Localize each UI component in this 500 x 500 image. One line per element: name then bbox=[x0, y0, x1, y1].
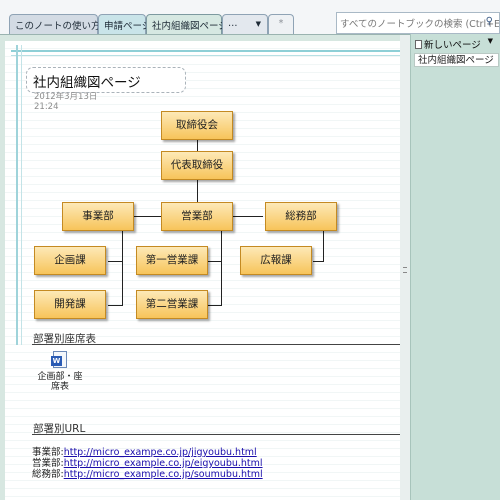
page-date: 2012年3月13日 bbox=[34, 92, 98, 102]
new-page-label: 新しいページ bbox=[424, 40, 481, 51]
connector-line bbox=[108, 261, 123, 262]
chevron-down-icon[interactable]: ▼ bbox=[488, 37, 493, 45]
tab-more-sections[interactable]: … ▼ bbox=[222, 14, 268, 36]
org-node-kikaku[interactable]: 企画課 bbox=[34, 246, 106, 275]
new-page-icon bbox=[415, 40, 422, 49]
chevron-down-icon: ▼ bbox=[255, 20, 261, 28]
word-document-icon: W bbox=[51, 351, 67, 368]
page-rule-line bbox=[11, 50, 400, 52]
org-node-board[interactable]: 取締役会 bbox=[161, 111, 233, 140]
tab-how-to-use[interactable]: このノートの使い方 bbox=[9, 14, 101, 36]
connector-line bbox=[323, 231, 324, 262]
tab-new-section[interactable]: * bbox=[268, 14, 294, 36]
connector-line bbox=[208, 305, 222, 306]
note-page[interactable]: 社内組織図ページ 2012年3月13日 21:24 取締役会 代表取締役 事業部… bbox=[5, 41, 400, 500]
file-attachment[interactable]: W 企画部・座席表 bbox=[35, 351, 85, 392]
org-node-koho[interactable]: 広報課 bbox=[240, 246, 312, 275]
scrollbar-grip[interactable] bbox=[403, 267, 407, 273]
page-time: 21:24 bbox=[34, 102, 59, 112]
page-list-panel: 新しいページ ▼ 社内組織図ページ bbox=[410, 34, 500, 500]
connector-line bbox=[122, 231, 123, 306]
org-node-somu[interactable]: 総務部 bbox=[265, 202, 337, 231]
org-node-kaihatsu[interactable]: 開発課 bbox=[34, 290, 106, 319]
section-tab-bar: このノートの使い方 申請ページ 社内組織図ページ … ▼ * すべてのノートブッ… bbox=[0, 0, 500, 37]
url-dept-label: 総務部: bbox=[32, 469, 64, 480]
page-list-item[interactable]: 社内組織図ページ bbox=[414, 53, 499, 67]
url-row: 総務部:http://micro_example.co.jp/soumubu.h… bbox=[32, 466, 263, 480]
connector-line bbox=[197, 140, 198, 151]
org-node-dai1[interactable]: 第一営業課 bbox=[136, 246, 208, 275]
tab-application-page[interactable]: 申請ページ bbox=[98, 14, 151, 36]
search-placeholder: すべてのノートブックの検索 (Ctrl+E) bbox=[340, 19, 500, 30]
new-page-button[interactable]: 新しいページ ▼ bbox=[415, 37, 499, 53]
org-node-eigyo[interactable]: 営業部 bbox=[161, 202, 233, 231]
search-input[interactable]: すべてのノートブックの検索 (Ctrl+E) ⚲ bbox=[336, 12, 500, 34]
vertical-scrollbar[interactable] bbox=[400, 35, 410, 500]
attachment-label: 企画部・座席表 bbox=[37, 372, 83, 392]
org-node-dai2[interactable]: 第二営業課 bbox=[136, 290, 208, 319]
connector-line bbox=[313, 261, 324, 262]
page-title[interactable]: 社内組織図ページ bbox=[26, 67, 186, 93]
connector-line bbox=[221, 231, 222, 306]
more-sections-label: … bbox=[228, 18, 238, 29]
org-node-ceo[interactable]: 代表取締役 bbox=[161, 151, 233, 180]
page-margin-line bbox=[21, 45, 22, 345]
org-node-jigyo[interactable]: 事業部 bbox=[62, 202, 134, 231]
section-divider bbox=[32, 434, 400, 435]
page-margin-line bbox=[16, 45, 18, 345]
page-rule-line bbox=[11, 55, 400, 56]
connector-line bbox=[108, 305, 123, 306]
connector-line bbox=[208, 261, 222, 262]
url-link[interactable]: http://micro_example.co.jp/soumubu.html bbox=[64, 469, 263, 480]
search-icon[interactable]: ⚲ bbox=[486, 16, 493, 27]
connector-line bbox=[197, 180, 198, 202]
page-datetime: 2012年3月13日 21:24 bbox=[34, 92, 97, 112]
section-divider bbox=[32, 344, 400, 345]
page-frame: 社内組織図ページ 2012年3月13日 21:24 取締役会 代表取締役 事業部… bbox=[0, 34, 410, 500]
